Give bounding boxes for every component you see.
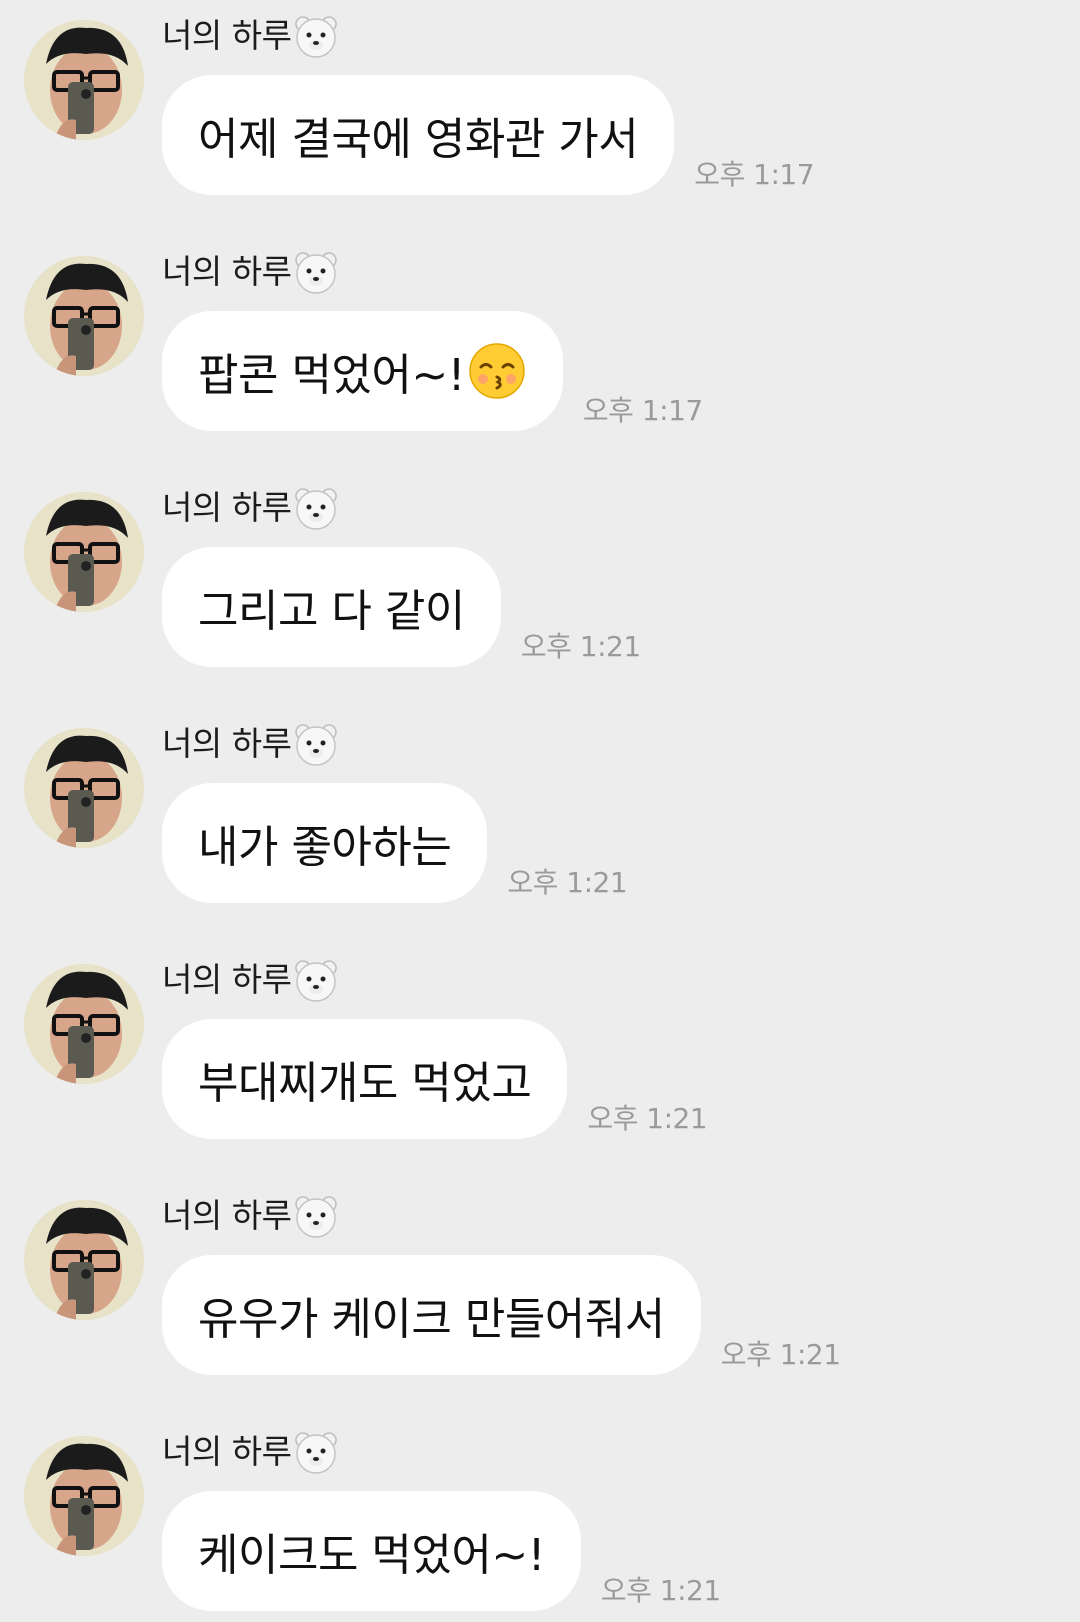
message-bubble[interactable]: 팝콘 먹었어~!: [162, 311, 563, 431]
message-text: 팝콘 먹었어~!: [198, 350, 465, 401]
sender-line: 너의 하루: [162, 1194, 339, 1238]
message-text: 유우가 케이크 만들어줘서: [198, 1294, 665, 1345]
message-row: 너의 하루 팝콘 먹었어~! 오후 1:17: [0, 236, 1080, 431]
sender-name: 너의 하루: [162, 1196, 292, 1235]
message-timestamp: 오후 1:21: [520, 630, 641, 663]
sender-line: 너의 하루: [162, 250, 339, 294]
message-text: 내가 좋아하는: [198, 822, 452, 873]
sender-name: 너의 하루: [162, 1432, 292, 1471]
message-text: 부대찌개도 먹었고: [198, 1058, 532, 1109]
chat-log: 너의 하루 어제 결국에 영화관 가서 오후 1:17 너의 하루 팝콘 먹었어…: [0, 0, 1080, 1622]
avatar-photo: [24, 728, 144, 848]
sender-name: 너의 하루: [162, 488, 292, 527]
sender-name: 너의 하루: [162, 16, 292, 55]
avatar-photo: [24, 20, 144, 140]
bubble-wrap: 유우가 케이크 만들어줘서 오후 1:21: [162, 1255, 841, 1375]
message-bubble[interactable]: 유우가 케이크 만들어줘서: [162, 1255, 701, 1375]
sender-line: 너의 하루: [162, 486, 339, 530]
avatar[interactable]: [24, 1436, 144, 1556]
message-timestamp: 오후 1:21: [507, 866, 628, 899]
bubble-wrap: 그리고 다 같이 오후 1:21: [162, 547, 641, 667]
message-bubble[interactable]: 부대찌개도 먹었고: [162, 1019, 568, 1139]
message-row: 너의 하루 부대찌개도 먹었고 오후 1:21: [0, 944, 1080, 1139]
avatar[interactable]: [24, 492, 144, 612]
bubble-wrap: 어제 결국에 영화관 가서 오후 1:17: [162, 75, 815, 195]
message-row: 너의 하루 내가 좋아하는 오후 1:21: [0, 708, 1080, 903]
message-timestamp: 오후 1:21: [600, 1574, 721, 1607]
message-bubble[interactable]: 내가 좋아하는: [162, 783, 488, 903]
polar-bear-icon: [295, 960, 338, 1002]
message-text: 케이크도 먹었어~!: [198, 1530, 545, 1581]
avatar-photo: [24, 492, 144, 612]
message-row: 너의 하루 어제 결국에 영화관 가서 오후 1:17: [0, 0, 1080, 195]
avatar-photo: [24, 964, 144, 1084]
sender-line: 너의 하루: [162, 958, 339, 1002]
message-timestamp: 오후 1:17: [694, 158, 815, 191]
message-row: 너의 하루 그리고 다 같이 오후 1:21: [0, 472, 1080, 667]
sender-line: 너의 하루: [162, 1430, 339, 1474]
bubble-wrap: 케이크도 먹었어~! 오후 1:21: [162, 1491, 721, 1611]
polar-bear-icon: [295, 1196, 338, 1238]
polar-bear-icon: [295, 1432, 338, 1474]
sender-line: 너의 하루: [162, 722, 339, 766]
message-bubble[interactable]: 케이크도 먹었어~!: [162, 1491, 581, 1611]
avatar[interactable]: [24, 1200, 144, 1320]
avatar[interactable]: [24, 964, 144, 1084]
polar-bear-icon: [295, 488, 338, 530]
message-row: 너의 하루 유우가 케이크 만들어줘서 오후 1:21: [0, 1180, 1080, 1375]
message-bubble[interactable]: 그리고 다 같이: [162, 547, 501, 667]
avatar-photo: [24, 1436, 144, 1556]
avatar[interactable]: [24, 20, 144, 140]
polar-bear-icon: [295, 252, 338, 294]
avatar[interactable]: [24, 728, 144, 848]
avatar-photo: [24, 1200, 144, 1320]
sender-name: 너의 하루: [162, 960, 292, 999]
avatar[interactable]: [24, 256, 144, 376]
message-timestamp: 오후 1:17: [582, 394, 703, 427]
sender-line: 너의 하루: [162, 14, 339, 58]
message-timestamp: 오후 1:21: [587, 1102, 708, 1135]
message-timestamp: 오후 1:21: [720, 1338, 841, 1371]
polar-bear-icon: [295, 724, 338, 766]
avatar-photo: [24, 256, 144, 376]
sender-name: 너의 하루: [162, 252, 292, 291]
message-text: 그리고 다 같이: [198, 586, 465, 637]
sender-name: 너의 하루: [162, 724, 292, 763]
bubble-wrap: 내가 좋아하는 오후 1:21: [162, 783, 628, 903]
message-row: 너의 하루 케이크도 먹었어~! 오후 1:21: [0, 1416, 1080, 1611]
kissing-face-icon: [469, 343, 525, 399]
message-text: 어제 결국에 영화관 가서: [198, 114, 639, 165]
bubble-wrap: 팝콘 먹었어~! 오후 1:17: [162, 311, 703, 431]
polar-bear-icon: [295, 16, 338, 58]
message-bubble[interactable]: 어제 결국에 영화관 가서: [162, 75, 675, 195]
bubble-wrap: 부대찌개도 먹었고 오후 1:21: [162, 1019, 708, 1139]
